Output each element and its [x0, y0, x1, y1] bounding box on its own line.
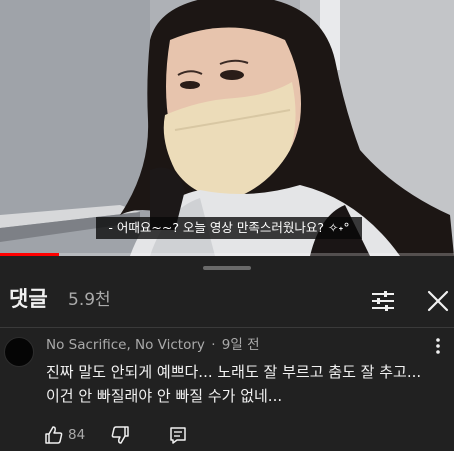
- app-root: - 어때요~~? 오늘 영상 만족스러웠나요? ✧˖° 댓글 5.9천 No S…: [0, 0, 454, 451]
- like-count: 84: [68, 427, 86, 443]
- comment-item: No Sacrifice, No Victory · 9일 전 진짜 말도 안되…: [0, 330, 454, 451]
- video-player[interactable]: - 어때요~~? 오늘 영상 만족스러웠나요? ✧˖°: [0, 0, 454, 256]
- reply-icon: [170, 427, 186, 444]
- close-icon: [427, 290, 449, 312]
- thumbs-up-icon: [45, 426, 63, 444]
- comments-count: 5.9천: [68, 290, 111, 310]
- comments-title: 댓글: [9, 287, 48, 311]
- comment-meta: No Sacrifice, No Victory · 9일 전: [46, 336, 260, 354]
- video-subtitle: - 어때요~~? 오늘 영상 만족스러웠나요? ✧˖°: [96, 217, 362, 239]
- comment-author[interactable]: No Sacrifice, No Victory: [46, 337, 205, 353]
- like-button[interactable]: [44, 424, 64, 446]
- header-divider: [0, 327, 454, 328]
- comments-header: 댓글 5.9천: [0, 278, 454, 324]
- comments-sheet: 댓글 5.9천 No Sacrifice, No Victory · 9일 전 …: [0, 256, 454, 451]
- more-vert-icon: [436, 338, 440, 354]
- sort-comments-button[interactable]: [367, 285, 399, 317]
- dislike-button[interactable]: [110, 424, 130, 446]
- sliders-icon: [372, 291, 394, 311]
- sheet-drag-handle[interactable]: [203, 266, 251, 270]
- comment-text: 진짜 말도 안되게 예쁘다... 노래도 잘 부르고 춤도 잘 추고... 이건…: [46, 363, 422, 405]
- reply-button[interactable]: [168, 424, 188, 446]
- close-comments-button[interactable]: [422, 285, 454, 317]
- comment-time: 9일 전: [221, 337, 260, 353]
- avatar[interactable]: [4, 337, 34, 367]
- thumbs-down-icon: [111, 426, 129, 444]
- comment-more-button[interactable]: [428, 334, 448, 358]
- meta-separator: ·: [211, 337, 216, 353]
